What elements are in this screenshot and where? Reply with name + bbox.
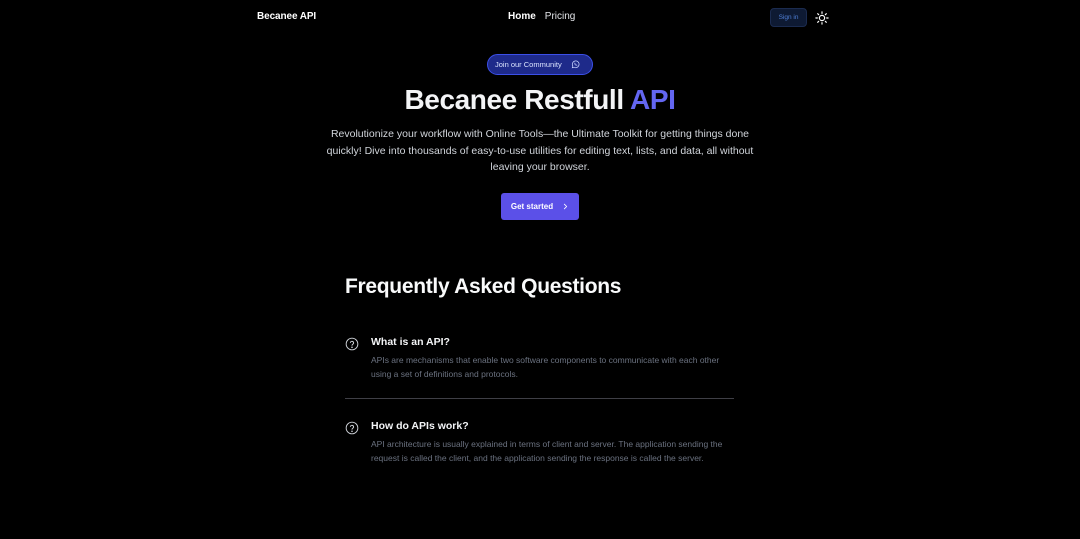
sun-icon	[814, 10, 829, 25]
join-community-label: Join our Community	[495, 60, 562, 69]
get-started-button[interactable]: Get started	[501, 193, 579, 220]
faq-answer: API architecture is usually explained in…	[371, 439, 723, 463]
theme-toggle-button[interactable]	[814, 10, 829, 25]
faq-answer: APIs are mechanisms that enable two soft…	[371, 355, 720, 379]
top-nav: Becanee API Home Pricing Sign in	[0, 0, 1080, 35]
sign-in-button[interactable]: Sign in	[770, 8, 807, 27]
faq-question[interactable]: How do APIs work?	[371, 420, 469, 432]
hero-title-accent: API	[630, 84, 676, 115]
question-circle-icon	[345, 421, 359, 435]
nav-links: Home Pricing	[508, 11, 575, 22]
whatsapp-icon	[571, 60, 580, 69]
faq-divider	[345, 398, 734, 399]
brand-logo[interactable]: Becanee API	[257, 11, 316, 22]
chevron-right-icon	[564, 203, 568, 210]
page: Becanee API Home Pricing Sign in Join ou…	[0, 0, 1080, 539]
hero-title: Becanee Restfull API	[0, 84, 1080, 116]
get-started-label: Get started	[510, 202, 554, 211]
hero-description: Revolutionize your workflow with Online …	[326, 128, 754, 173]
nav-link-home[interactable]: Home	[508, 11, 536, 22]
nav-link-pricing[interactable]: Pricing	[545, 11, 576, 22]
faq-question[interactable]: What is an API?	[371, 336, 450, 348]
hero-title-main: Becanee Restfull	[404, 84, 624, 115]
join-community-button[interactable]: Join our Community	[487, 54, 593, 75]
question-circle-icon	[345, 337, 359, 351]
faq-title: Frequently Asked Questions	[345, 275, 622, 298]
